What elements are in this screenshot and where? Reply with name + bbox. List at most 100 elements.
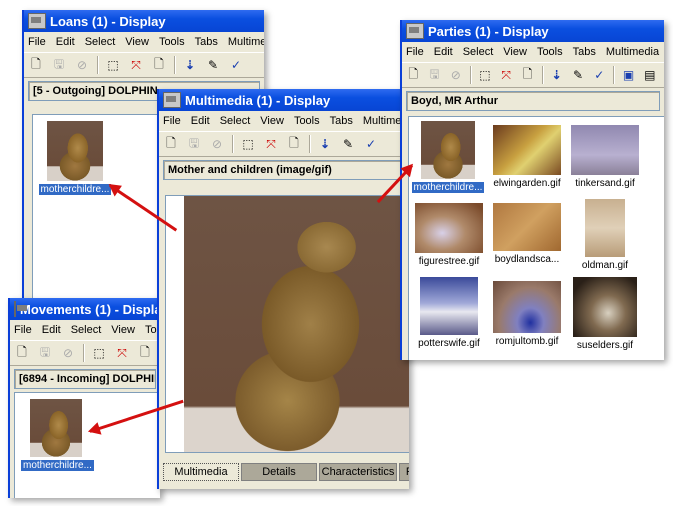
thumbnail-item[interactable]: elwingarden.gif xyxy=(489,125,565,189)
save-icon[interactable]: 🖫 xyxy=(427,67,441,83)
thumbnail-item[interactable]: oldman.gif xyxy=(567,199,643,271)
tab-strip: Multimedia Details Characteristics Resol… xyxy=(163,463,409,481)
new-icon[interactable]: 🗋 xyxy=(163,136,179,152)
menu-tools[interactable]: Tools xyxy=(294,115,320,127)
thumbnail-image xyxy=(573,277,637,337)
toolbar-separator xyxy=(309,135,311,153)
thumbnail-label: motherchildre... xyxy=(20,459,95,472)
menu-tools[interactable]: Tools xyxy=(159,36,185,48)
tab-details[interactable]: Details xyxy=(241,463,317,481)
new-icon[interactable]: 🗋 xyxy=(406,67,420,83)
new-record-icon[interactable]: 🗋 xyxy=(137,345,153,361)
menu-tools[interactable]: Tools xyxy=(537,46,563,58)
thumbnail-item[interactable]: tinkersand.gif xyxy=(567,125,643,189)
thumbnail-item[interactable]: suselders.gif xyxy=(567,277,643,351)
sort-icon[interactable]: ⇣ xyxy=(317,136,333,152)
notes-icon[interactable]: ✎ xyxy=(205,57,221,73)
save-icon[interactable]: 🖫 xyxy=(186,136,202,152)
parties-title-bar[interactable]: Parties (1) - Display xyxy=(402,20,664,42)
cancel-icon[interactable]: ⊘ xyxy=(209,136,225,152)
properties-icon[interactable]: ▣ xyxy=(621,67,635,83)
menu-select[interactable]: Select xyxy=(220,115,251,127)
thumbnail-image xyxy=(30,399,82,457)
movements-title-bar[interactable]: Movements (1) - Display xyxy=(10,298,160,320)
menu-tabs[interactable]: Tabs xyxy=(195,36,218,48)
multimedia-title-bar[interactable]: Multimedia (1) - Display xyxy=(159,89,409,111)
tab-resolution[interactable]: Resolu xyxy=(399,463,409,481)
menu-multimedia[interactable]: Multimedia xyxy=(606,46,659,58)
edit-record-icon[interactable]: ⬚ xyxy=(91,345,107,361)
cancel-icon[interactable]: ⊘ xyxy=(60,345,76,361)
menu-tabs[interactable]: Tabs xyxy=(573,46,596,58)
sort-icon[interactable]: ⇣ xyxy=(550,67,564,83)
thumbnail-item[interactable]: motherchildre... xyxy=(35,121,115,196)
menu-view[interactable]: View xyxy=(111,324,135,336)
thumbnail-item[interactable]: boydlandsca... xyxy=(489,203,565,265)
menu-select[interactable]: Select xyxy=(85,36,116,48)
new-record-icon[interactable]: 🗋 xyxy=(520,67,534,83)
notes-icon[interactable]: ✎ xyxy=(571,67,585,83)
thumbnail-label: suselders.gif xyxy=(576,340,634,351)
delete-record-icon[interactable]: ⤧ xyxy=(128,57,144,73)
tab-multimedia[interactable]: Multimedia xyxy=(163,463,239,481)
parties-multimedia-pane: motherchildre... elwingarden.gif tinkers… xyxy=(408,116,664,360)
menu-multimedia[interactable]: Multimed xyxy=(228,36,264,48)
menu-file[interactable]: File xyxy=(163,115,181,127)
cancel-icon[interactable]: ⊘ xyxy=(74,57,90,73)
image-preview-pane xyxy=(165,195,409,453)
movements-window: Movements (1) - Display File Edit Select… xyxy=(8,298,160,498)
thumbnail-item[interactable]: motherchildre... xyxy=(410,121,486,194)
menu-file[interactable]: File xyxy=(406,46,424,58)
menu-view[interactable]: View xyxy=(125,36,149,48)
report-icon[interactable]: ▤ xyxy=(643,67,657,83)
save-icon[interactable]: 🖫 xyxy=(37,345,53,361)
delete-record-icon[interactable]: ⤧ xyxy=(114,345,130,361)
menu-edit[interactable]: Edit xyxy=(56,36,75,48)
new-record-icon[interactable]: 🗋 xyxy=(151,57,167,73)
app-icon xyxy=(14,301,27,317)
loans-toolbar: 🗋 🖫 ⊘ ⬚ ⤧ 🗋 ⇣ ✎ ✓ xyxy=(24,52,264,78)
loans-title-bar[interactable]: Loans (1) - Display xyxy=(24,10,264,32)
menu-edit[interactable]: Edit xyxy=(42,324,61,336)
thumbnail-image xyxy=(415,203,483,253)
spellcheck-icon[interactable]: ✓ xyxy=(363,136,379,152)
thumbnail-item[interactable]: romjultomb.gif xyxy=(489,281,565,347)
thumbnail-label: motherchildre... xyxy=(37,183,113,196)
new-icon[interactable]: 🗋 xyxy=(28,57,44,73)
record-summary: [6894 - Incoming] DOLPHIN, xyxy=(14,369,156,389)
edit-record-icon[interactable]: ⬚ xyxy=(105,57,121,73)
save-icon[interactable]: 🖫 xyxy=(51,57,67,73)
edit-record-icon[interactable]: ⬚ xyxy=(240,136,256,152)
notes-icon[interactable]: ✎ xyxy=(340,136,356,152)
tab-characteristics[interactable]: Characteristics xyxy=(319,463,397,481)
sort-icon[interactable]: ⇣ xyxy=(182,57,198,73)
app-icon xyxy=(406,23,424,39)
menu-file[interactable]: File xyxy=(28,36,46,48)
menu-select[interactable]: Select xyxy=(463,46,494,58)
new-icon[interactable]: 🗋 xyxy=(14,345,30,361)
thumbnail-item[interactable]: figurestree.gif xyxy=(411,203,487,267)
thumbnail-item[interactable]: potterswife.gif xyxy=(411,277,487,349)
edit-record-icon[interactable]: ⬚ xyxy=(478,67,492,83)
thumbnail-image xyxy=(47,121,103,181)
spellcheck-icon[interactable]: ✓ xyxy=(592,67,606,83)
thumbnail-image xyxy=(421,121,475,179)
menu-tabs[interactable]: Tabs xyxy=(330,115,353,127)
toolbar-separator xyxy=(541,66,544,84)
toolbar-separator xyxy=(469,66,472,84)
thumbnail-label: elwingarden.gif xyxy=(493,178,561,189)
window-title: Movements (1) - Display xyxy=(20,301,160,317)
menu-edit[interactable]: Edit xyxy=(191,115,210,127)
menu-edit[interactable]: Edit xyxy=(434,46,453,58)
new-record-icon[interactable]: 🗋 xyxy=(286,136,302,152)
menu-view[interactable]: View xyxy=(260,115,284,127)
delete-record-icon[interactable]: ⤧ xyxy=(263,136,279,152)
cancel-icon[interactable]: ⊘ xyxy=(449,67,463,83)
thumbnail-item[interactable]: motherchildre... xyxy=(20,399,95,472)
record-summary: Boyd, MR Arthur xyxy=(406,91,660,111)
menu-select[interactable]: Select xyxy=(71,324,102,336)
menu-view[interactable]: View xyxy=(503,46,527,58)
delete-record-icon[interactable]: ⤧ xyxy=(499,67,513,83)
menu-file[interactable]: File xyxy=(14,324,32,336)
spellcheck-icon[interactable]: ✓ xyxy=(228,57,244,73)
